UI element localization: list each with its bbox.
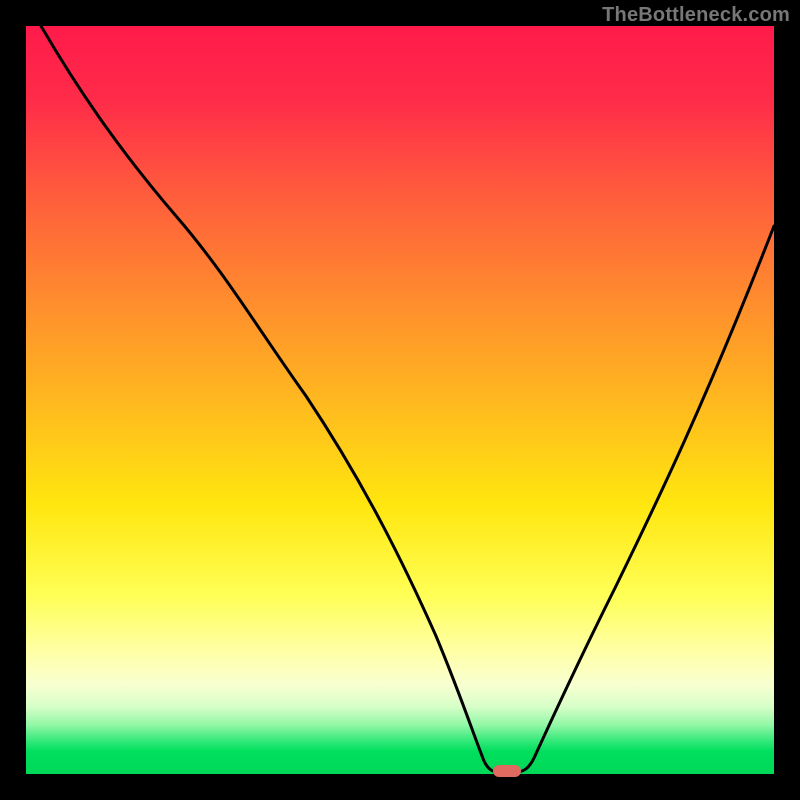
bottleneck-curve bbox=[26, 26, 774, 774]
curve-path bbox=[41, 26, 774, 772]
optimal-marker bbox=[493, 765, 521, 777]
chart-frame: TheBottleneck.com bbox=[0, 0, 800, 800]
plot-area bbox=[26, 26, 774, 774]
watermark-label: TheBottleneck.com bbox=[602, 4, 790, 27]
